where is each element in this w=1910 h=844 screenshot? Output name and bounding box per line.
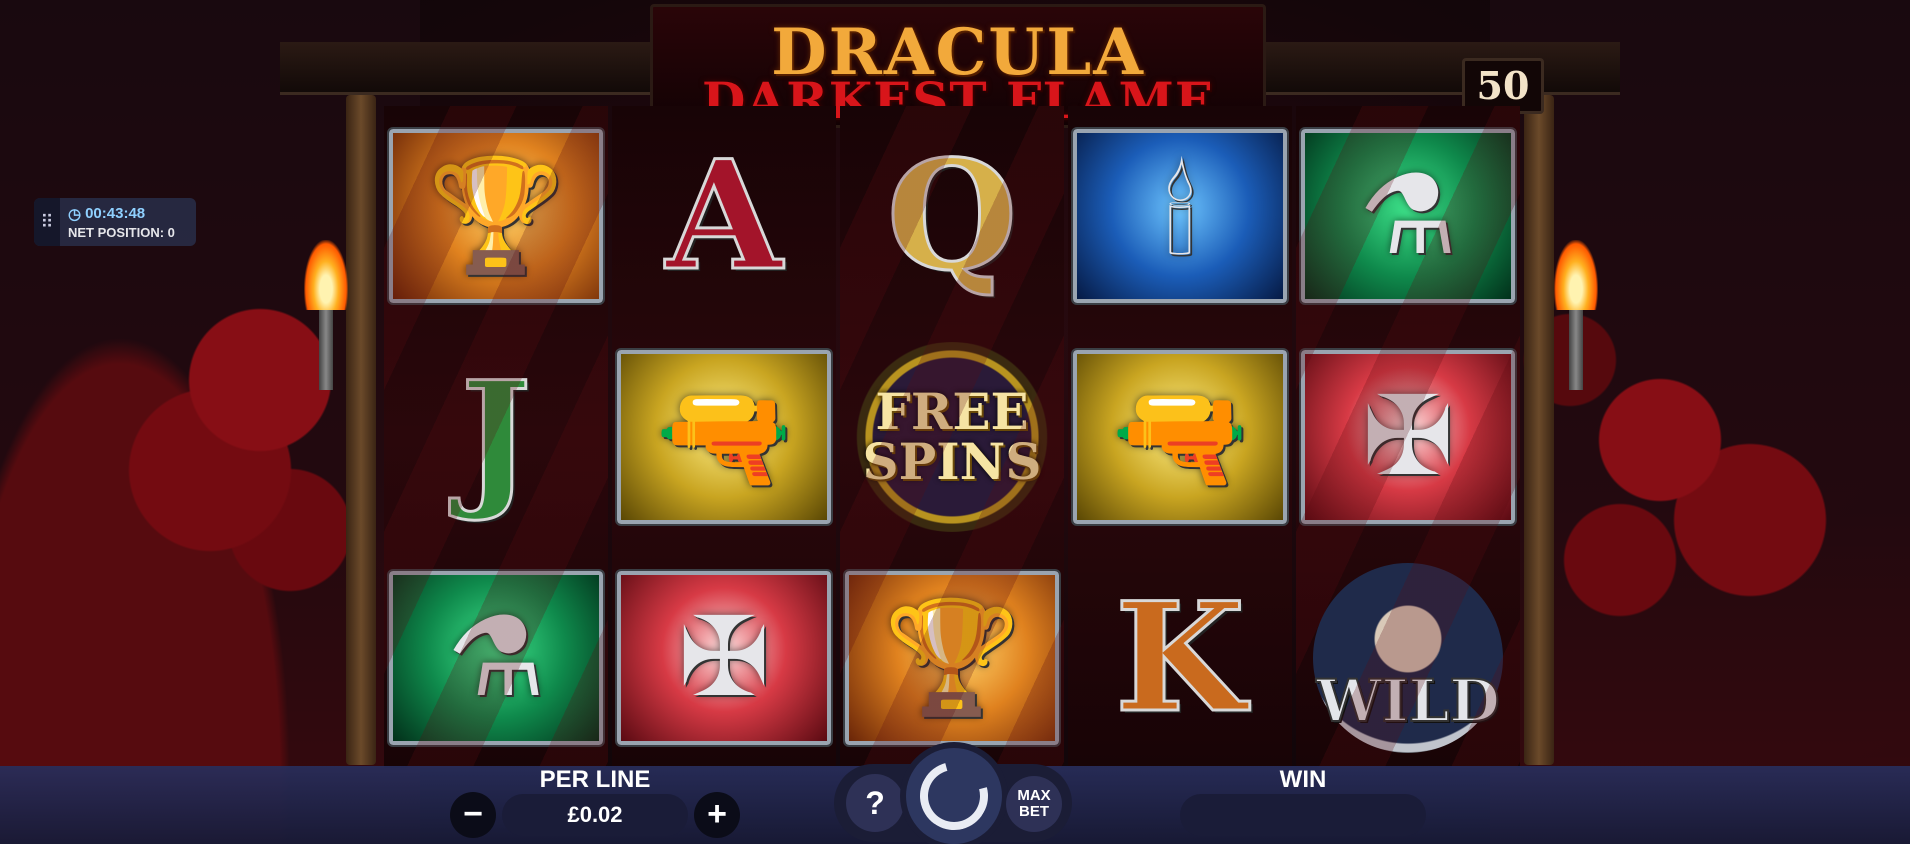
session-time: 00:43:48	[85, 205, 146, 222]
symbol-pistol: 🔫	[1071, 348, 1289, 526]
symbol-pistol: 🔫	[615, 348, 833, 526]
reel-cell: ⚗	[384, 547, 608, 768]
symbol-chalice: 🏆	[843, 568, 1061, 747]
symbol-j: J	[459, 349, 533, 525]
session-panel[interactable]: ⠿ ◷ 00:43:48 NET POSITION: 0	[34, 198, 196, 246]
pistol-icon: 🔫	[1111, 375, 1249, 498]
per-line-label: PER LINE	[539, 766, 651, 793]
symbol-vial: ⚗	[1299, 127, 1517, 306]
max-bet-button[interactable]: MAX BET	[1006, 776, 1062, 832]
reel-cell: FREE SPINS	[840, 327, 1064, 548]
clock-icon: ◷	[68, 205, 82, 223]
reel-cell: J	[384, 327, 608, 548]
win-label: WIN	[1279, 766, 1327, 793]
silver-chalice-icon: 🏆	[427, 154, 565, 278]
candles-icon: 🕯	[1164, 154, 1196, 278]
symbol-wild-dracula: WILD	[1313, 562, 1503, 753]
reel-cell: 🔫	[612, 327, 836, 548]
symbol-chalice: 🏆	[387, 127, 605, 306]
reel-3: Q FREE SPINS 🏆	[840, 106, 1064, 768]
torch-right	[1554, 240, 1598, 390]
flame-icon	[304, 240, 348, 310]
reel-cell: Q	[840, 106, 1064, 327]
pillar-left	[346, 95, 376, 765]
torch-left	[304, 240, 348, 390]
per-line-value: £0.02	[502, 794, 688, 836]
pistol-icon: 🔫	[655, 375, 793, 498]
help-button[interactable]: ?	[846, 774, 904, 832]
symbol-k: K	[1113, 569, 1246, 746]
reel-cell: ✠	[1296, 327, 1520, 548]
symbol-a: A	[664, 128, 783, 305]
symbol-vial: ⚗	[387, 568, 605, 747]
reel-cell: ✠	[612, 547, 836, 768]
pillar-right	[1524, 95, 1554, 765]
increase-bet-button[interactable]: +	[694, 792, 740, 838]
symbol-cross: ✠	[615, 568, 833, 747]
reel-cell: K	[1068, 547, 1292, 768]
reel-1: 🏆 J ⚗	[384, 106, 608, 768]
potion-vial-icon: ⚗	[446, 595, 546, 719]
spin-icon	[907, 749, 1001, 843]
potion-vial-icon: ⚗	[1358, 154, 1458, 278]
wild-label: WILD	[1315, 666, 1500, 736]
reels-grid: 🏆 J ⚗ A 🔫 ✠ Q FREE SPINS 🏆 🕯 🔫 K ⚗ ✠ WILD	[384, 106, 1520, 768]
spin-button[interactable]	[906, 748, 1002, 844]
reel-cell: 🏆	[384, 106, 608, 327]
ornate-cross-icon: ✠	[677, 595, 771, 719]
ornate-cross-icon: ✠	[1361, 375, 1455, 498]
symbol-q: Q	[885, 128, 1019, 305]
symbol-free-spins: FREE SPINS	[845, 342, 1059, 532]
reel-cell: 🔫	[1068, 327, 1292, 548]
decrease-bet-button[interactable]: −	[450, 792, 496, 838]
flame-icon	[1554, 240, 1598, 310]
silver-chalice-icon: 🏆	[883, 595, 1021, 719]
symbol-candles: 🕯	[1071, 127, 1289, 306]
symbol-cross: ✠	[1299, 348, 1517, 526]
win-value	[1180, 794, 1426, 836]
reel-cell: ⚗	[1296, 106, 1520, 327]
drag-handle-icon[interactable]: ⠿	[34, 198, 60, 246]
net-position: NET POSITION: 0	[68, 224, 175, 240]
reel-2: A 🔫 ✠	[612, 106, 836, 768]
reel-5: ⚗ ✠ WILD	[1296, 106, 1520, 768]
reel-cell: 🏆	[840, 547, 1064, 768]
reel-4: 🕯 🔫 K	[1068, 106, 1292, 768]
reel-cell: A	[612, 106, 836, 327]
reel-cell: 🕯	[1068, 106, 1292, 327]
reel-cell: WILD	[1296, 547, 1520, 768]
